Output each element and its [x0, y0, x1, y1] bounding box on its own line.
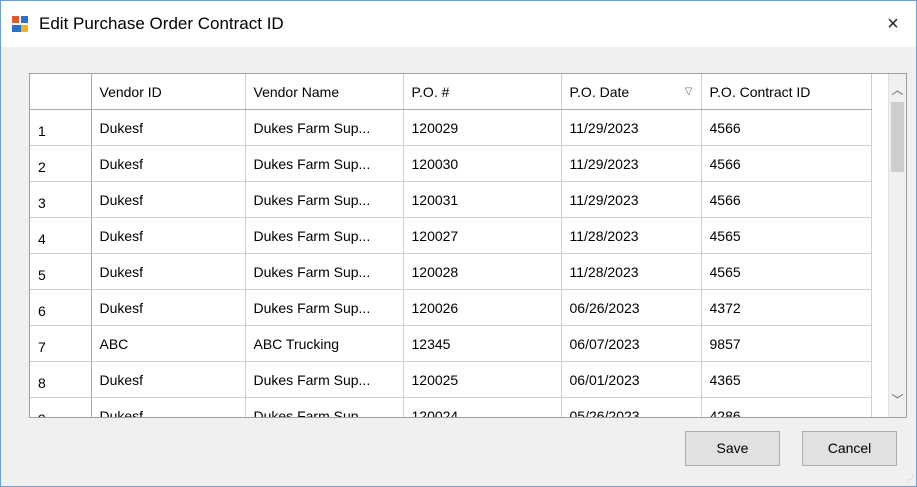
cell-vendor-name[interactable]: Dukes Farm Sup... [245, 145, 404, 182]
cell-po-contract-id[interactable]: 4566 [701, 109, 872, 146]
cell-vendor-id[interactable]: Dukesf [91, 289, 246, 326]
row-header[interactable]: 5 [30, 253, 92, 290]
cell-po-number[interactable]: 12345 [403, 325, 562, 362]
column-header-po-date[interactable]: P.O. Date ▽ [561, 74, 702, 110]
row-header[interactable]: 9 [30, 397, 92, 417]
column-header-vendor-name[interactable]: Vendor Name [245, 74, 404, 110]
cell-vendor-id[interactable]: Dukesf [91, 109, 246, 146]
cell-po-date[interactable]: 11/29/2023 [561, 109, 702, 146]
vertical-scrollbar[interactable]: ︿ ﹀ [888, 74, 906, 417]
cell-vendor-id[interactable]: Dukesf [91, 361, 246, 398]
cell-po-contract-id[interactable]: 4286 [701, 397, 872, 417]
column-header-po-date-label: P.O. Date [569, 83, 630, 100]
cell-vendor-id[interactable]: Dukesf [91, 217, 246, 254]
cell-po-contract-id[interactable]: 4565 [701, 217, 872, 254]
cell-po-number[interactable]: 120026 [403, 289, 562, 326]
cell-po-number[interactable]: 120025 [403, 361, 562, 398]
cell-po-contract-id[interactable]: 4372 [701, 289, 872, 326]
cell-vendor-id[interactable]: Dukesf [91, 181, 246, 218]
cell-po-number[interactable]: 120027 [403, 217, 562, 254]
column-header-po-contract-id[interactable]: P.O. Contract ID [701, 74, 872, 110]
resize-grip-icon[interactable]: ⋰ [906, 475, 914, 484]
cell-vendor-name[interactable]: Dukes Farm Sup... [245, 181, 404, 218]
table-row[interactable]: 3 Dukesf Dukes Farm Sup... 120031 11/29/2023… [30, 181, 872, 218]
sort-descending-icon: ▽ [684, 86, 693, 97]
cell-po-contract-id[interactable]: 9857 [701, 325, 872, 362]
column-header-vendor-id[interactable]: Vendor ID [91, 74, 246, 110]
cell-vendor-name[interactable]: Dukes Farm Sup... [245, 289, 404, 326]
cell-po-date[interactable]: 05/26/2023 [561, 397, 702, 417]
cell-vendor-name[interactable]: ABC Trucking [245, 325, 404, 362]
row-header[interactable]: 4 [30, 217, 92, 254]
cell-vendor-name[interactable]: Dukes Farm Sup... [245, 109, 404, 146]
cell-vendor-name[interactable]: Dukes Farm Sup... [245, 253, 404, 290]
cell-po-date[interactable]: 06/01/2023 [561, 361, 702, 398]
cell-po-date[interactable]: 11/28/2023 [561, 217, 702, 254]
table-row[interactable]: 2 Dukesf Dukes Farm Sup... 120030 11/29/2023… [30, 145, 872, 182]
column-header-po-number[interactable]: P.O. # [403, 74, 562, 110]
po-grid[interactable]: Vendor ID Vendor Name P.O. # P.O. Date ▽ … [29, 73, 907, 418]
cell-po-number[interactable]: 120029 [403, 109, 562, 146]
cell-po-date[interactable]: 11/29/2023 [561, 181, 702, 218]
scroll-up-icon[interactable]: ︿ [889, 82, 906, 99]
cell-po-date[interactable]: 11/28/2023 [561, 253, 702, 290]
cell-po-number[interactable]: 120028 [403, 253, 562, 290]
cell-po-number[interactable]: 120024 [403, 397, 562, 417]
cell-po-date[interactable]: 11/29/2023 [561, 145, 702, 182]
corner-header[interactable] [30, 74, 92, 110]
cell-po-number[interactable]: 120030 [403, 145, 562, 182]
grid-body: 1 Dukesf Dukes Farm Sup... 120029 11/29/2023… [30, 109, 872, 417]
cancel-button[interactable]: Cancel [802, 431, 897, 466]
row-header[interactable]: 6 [30, 289, 92, 326]
row-header[interactable]: 3 [30, 181, 92, 218]
table-row[interactable]: 7 ABC ABC Trucking 12345 06/07/2023 9857 [30, 325, 872, 362]
scroll-thumb[interactable] [891, 102, 904, 172]
cell-po-contract-id[interactable]: 4365 [701, 361, 872, 398]
table-row[interactable]: 8 Dukesf Dukes Farm Sup... 120025 06/01/2023… [30, 361, 872, 398]
table-row[interactable]: 9DukesfDukes Farm Sup...12002405/26/2023… [30, 397, 872, 417]
edit-po-contract-dialog: Edit Purchase Order Contract ID × Vendor… [0, 0, 917, 487]
close-icon[interactable]: × [878, 9, 908, 39]
cell-vendor-id[interactable]: Dukesf [91, 253, 246, 290]
cell-vendor-id[interactable]: ABC [91, 325, 246, 362]
cell-vendor-name[interactable]: Dukes Farm Sup... [245, 397, 404, 417]
row-header[interactable]: 1 [30, 109, 92, 146]
save-button[interactable]: Save [685, 431, 780, 466]
app-grid-icon [12, 16, 28, 32]
row-header[interactable]: 8 [30, 361, 92, 398]
row-header[interactable]: 7 [30, 325, 92, 362]
cell-vendor-name[interactable]: Dukes Farm Sup... [245, 361, 404, 398]
cell-po-date[interactable]: 06/26/2023 [561, 289, 702, 326]
cell-vendor-name[interactable]: Dukes Farm Sup... [245, 217, 404, 254]
table-row[interactable]: 6 Dukesf Dukes Farm Sup... 120026 06/26/2023… [30, 289, 872, 326]
cell-vendor-id[interactable]: Dukesf [91, 145, 246, 182]
table-row[interactable]: 4 Dukesf Dukes Farm Sup... 120027 11/28/2023… [30, 217, 872, 254]
cell-po-number[interactable]: 120031 [403, 181, 562, 218]
po-table: Vendor ID Vendor Name P.O. # P.O. Date ▽ … [30, 74, 872, 417]
cell-po-date[interactable]: 06/07/2023 [561, 325, 702, 362]
cell-po-contract-id[interactable]: 4566 [701, 145, 872, 182]
title-bar[interactable]: Edit Purchase Order Contract ID × [1, 1, 916, 47]
table-row[interactable]: 5 Dukesf Dukes Farm Sup... 120028 11/28/2023… [30, 253, 872, 290]
row-header[interactable]: 2 [30, 145, 92, 182]
header-row: Vendor ID Vendor Name P.O. # P.O. Date ▽ … [30, 74, 872, 110]
cell-po-contract-id[interactable]: 4566 [701, 181, 872, 218]
window-title: Edit Purchase Order Contract ID [39, 14, 284, 33]
cell-vendor-id[interactable]: Dukesf [91, 397, 246, 417]
cell-po-contract-id[interactable]: 4565 [701, 253, 872, 290]
scroll-down-icon[interactable]: ﹀ [889, 392, 906, 409]
table-row[interactable]: 1 Dukesf Dukes Farm Sup... 120029 11/29/2023… [30, 109, 872, 146]
